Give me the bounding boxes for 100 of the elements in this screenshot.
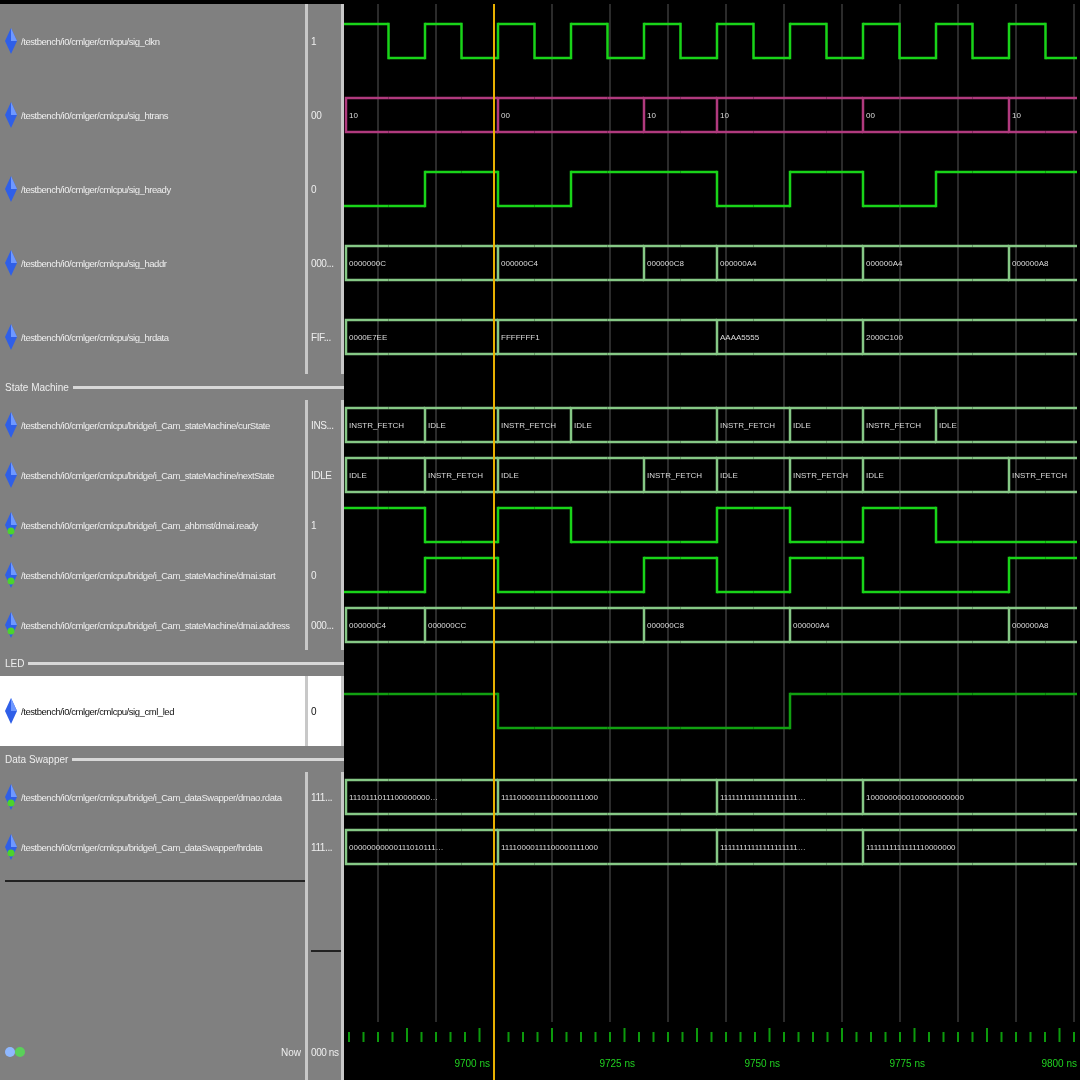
cursor-line[interactable] <box>493 822 495 872</box>
signal-value: 00 <box>311 109 322 121</box>
signal-value: 111... <box>311 841 333 853</box>
time-label: 9775 ns <box>888 1058 925 1069</box>
bus-value: 000000C8 <box>647 621 684 630</box>
bus-value: 11111111111111111111… <box>720 793 806 802</box>
signal-value: IDLE <box>311 469 332 481</box>
cursor-line[interactable] <box>493 300 495 374</box>
group-title[interactable]: Data Swapper <box>5 753 69 765</box>
cursor-line[interactable] <box>493 78 495 152</box>
signal-row[interactable]: /testbench/i0/cmlger/cmlcpu/sig_cml_led <box>0 676 308 746</box>
bus-value: 11110000111100001111000 <box>501 843 598 852</box>
signal-value: 111... <box>311 791 333 803</box>
bus-value: 00 <box>866 111 875 120</box>
signal-row[interactable]: /testbench/i0/cmlger/cmlcpu/sig_hrdata <box>0 300 308 374</box>
bus-value: 1000000000100000000000 <box>866 793 964 802</box>
cursor-line[interactable] <box>493 600 495 650</box>
bus-value: 11111111111111111111… <box>720 843 806 852</box>
signal-row[interactable]: /testbench/i0/cmlger/cmlcpu/bridge/i_Cam_ahbmst/dmai.ready <box>0 500 308 550</box>
cursor-line[interactable] <box>493 676 495 746</box>
bus-value: 10 <box>720 111 729 120</box>
signal-name: /testbench/i0/cmlger/cmlcpu/sig_haddr <box>21 257 167 269</box>
signal-row[interactable]: /testbench/i0/cmlger/cmlcpu/bridge/i_Cam_stateMachine/curState <box>0 400 308 450</box>
signal-value: 000... <box>311 619 334 631</box>
bus-value: IDLE <box>349 471 367 480</box>
cursor-line[interactable] <box>493 226 495 300</box>
bus-value: 000000C4 <box>501 259 538 268</box>
signal-row[interactable]: /testbench/i0/cmlger/cmlcpu/sig_haddr <box>0 226 308 300</box>
now-value: 000 ns <box>311 1046 339 1058</box>
cursor-line[interactable] <box>493 772 495 822</box>
bus-value: IDLE <box>720 471 738 480</box>
signal-row[interactable]: /testbench/i0/cmlger/cmlcpu/bridge/i_Cam_stateMachine/dmai.start <box>0 550 308 600</box>
signal-name: /testbench/i0/cmlger/cmlcpu/sig_htrans <box>21 109 169 121</box>
bus-value: FFFFFFF1 <box>501 333 540 342</box>
signal-row[interactable]: /testbench/i0/cmlger/cmlcpu/bridge/i_Cam_dataSwapper/dmao.rdata <box>0 772 308 822</box>
signal-name: /testbench/i0/cmlger/cmlcpu/bridge/i_Cam_dataSwapper/dmao.rdata <box>21 791 282 803</box>
bus-value: 10 <box>647 111 656 120</box>
bus-value: INSTR_FETCH <box>349 421 405 430</box>
signal-name: /testbench/i0/cmlger/cmlcpu/bridge/i_Cam_stateMachine/dmai.address <box>21 619 290 631</box>
signal-row[interactable]: /testbench/i0/cmlger/cmlcpu/sig_hready <box>0 152 308 226</box>
bus-value: AAAA5555 <box>720 333 760 342</box>
bus-value: 1111111111111110000000 <box>866 843 956 852</box>
bus-value: 000000C8 <box>647 259 684 268</box>
signal-value: FIF... <box>311 331 331 343</box>
bus-value: 1110111011100000000… <box>349 793 438 802</box>
time-label: 9800 ns <box>1040 1058 1077 1069</box>
signal-value: 1 <box>311 519 317 531</box>
bus-value: IDLE <box>574 421 592 430</box>
signal-row[interactable]: /testbench/i0/cmlger/cmlcpu/bridge/i_Cam_stateMachine/dmai.address <box>0 600 308 650</box>
bus-value: 00 <box>501 111 510 120</box>
bus-value: 000000C4 <box>349 621 386 630</box>
bus-value: INSTR_FETCH <box>647 471 703 480</box>
signal-name: /testbench/i0/cmlger/cmlcpu/sig_hrdata <box>21 331 169 343</box>
signal-value: 0 <box>311 705 317 717</box>
cursor-line[interactable] <box>493 450 495 500</box>
now-label: Now <box>281 1046 301 1058</box>
cursor-line[interactable] <box>493 4 495 78</box>
bus-value: 000000A4 <box>866 259 903 268</box>
signal-name: /testbench/i0/cmlger/cmlcpu/bridge/i_Cam_stateMachine/dmai.start <box>21 569 276 581</box>
signal-name: /testbench/i0/cmlger/cmlcpu/bridge/i_Cam_ahbmst/dmai.ready <box>21 519 258 531</box>
bus-value: 10 <box>349 111 358 120</box>
signal-row[interactable]: /testbench/i0/cmlger/cmlcpu/sig_htrans <box>0 78 308 152</box>
bus-value: IDLE <box>793 421 811 430</box>
time-label: 9725 ns <box>598 1058 635 1069</box>
cursor-line[interactable] <box>493 400 495 450</box>
signal-row[interactable]: /testbench/i0/cmlger/cmlcpu/bridge/i_Cam_stateMachine/nextState <box>0 450 308 500</box>
cursor-line[interactable] <box>493 650 495 676</box>
bus-value: INSTR_FETCH <box>866 421 922 430</box>
bus-value: 11110000111100001111000 <box>501 793 598 802</box>
signal-name: /testbench/i0/cmlger/cmlcpu/bridge/i_Cam_stateMachine/nextState <box>21 469 275 481</box>
cursor-line[interactable] <box>493 550 495 600</box>
bus-value: INSTR_FETCH <box>720 421 776 430</box>
bus-value: 0000000C <box>349 259 386 268</box>
signal-row[interactable]: /testbench/i0/cmlger/cmlcpu/bridge/i_Cam_dataSwapper/hrdata <box>0 822 308 872</box>
cursor-line[interactable] <box>493 500 495 550</box>
group-title[interactable]: State Machine <box>5 381 69 393</box>
bus-value: 000000A4 <box>793 621 830 630</box>
bus-value: INSTR_FETCH <box>501 421 557 430</box>
bus-value: 000000A4 <box>720 259 757 268</box>
bus-value: 10 <box>1012 111 1021 120</box>
bus-value: IDLE <box>428 421 446 430</box>
bus-value: 000000A8 <box>1012 621 1049 630</box>
bus-value: 00000000000111010111… <box>349 843 444 852</box>
signal-name: /testbench/i0/cmlger/cmlcpu/sig_hready <box>21 183 171 195</box>
bus-value: 0000E7EE <box>349 333 388 342</box>
signal-value: INS... <box>311 419 334 431</box>
signal-row[interactable]: /testbench/i0/cmlger/cmlcpu/sig_clkn <box>0 4 308 78</box>
bus-value: INSTR_FETCH <box>1012 471 1068 480</box>
cursor-line[interactable] <box>493 152 495 226</box>
cursor-line[interactable] <box>493 746 495 772</box>
signal-value: 1 <box>311 35 317 47</box>
signal-name: /testbench/i0/cmlger/cmlcpu/bridge/i_Cam_stateMachine/curState <box>21 419 270 431</box>
group-title[interactable]: LED <box>5 657 25 669</box>
bus-value: INSTR_FETCH <box>428 471 484 480</box>
signal-value: 000... <box>311 257 334 269</box>
cursor-line[interactable] <box>493 374 495 400</box>
bus-value: 2000C100 <box>866 333 903 342</box>
bus-value: 000000CC <box>428 621 467 630</box>
bus-value: INSTR_FETCH <box>793 471 849 480</box>
bus-value: 000000A8 <box>1012 259 1049 268</box>
